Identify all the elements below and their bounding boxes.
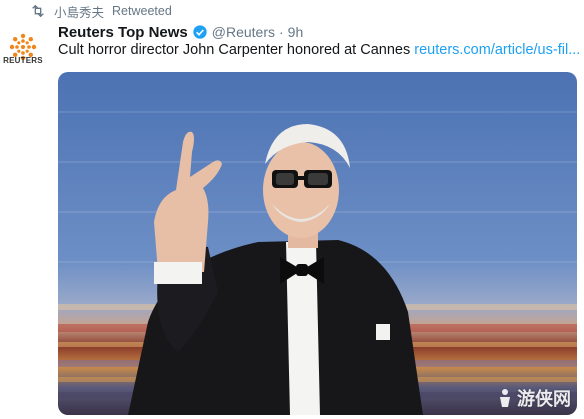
tweet-body: Cult horror director John Carpenter hono… (58, 42, 584, 62)
author-display-name[interactable]: Reuters Top News (58, 24, 188, 41)
retweeter-name[interactable]: 小島秀夫 (54, 2, 104, 21)
avatar-label: REUTERS (3, 56, 43, 65)
author-handle[interactable]: @Reuters (212, 24, 275, 40)
retweet-icon (32, 4, 44, 18)
tweet-photo[interactable]: 游侠网 (58, 72, 577, 415)
tweet-timestamp[interactable]: 9h (288, 24, 304, 40)
tweet-text: Cult horror director John Carpenter hono… (58, 42, 411, 58)
retweeted-label: Retweeted (112, 4, 172, 18)
separator-dot: · (278, 24, 284, 40)
retweet-context: 小島秀夫 Retweeted (30, 2, 172, 20)
watermark: 游侠网 (497, 385, 571, 411)
watermark-text: 游侠网 (517, 389, 571, 409)
verified-badge-icon (193, 25, 207, 39)
tweet-link[interactable]: reuters.com/article/us-fil... (414, 42, 580, 58)
photo-image (58, 72, 577, 415)
tweet-header: Reuters Top News @Reuters · 9h (58, 22, 303, 42)
watermark-figure-icon (500, 389, 510, 407)
